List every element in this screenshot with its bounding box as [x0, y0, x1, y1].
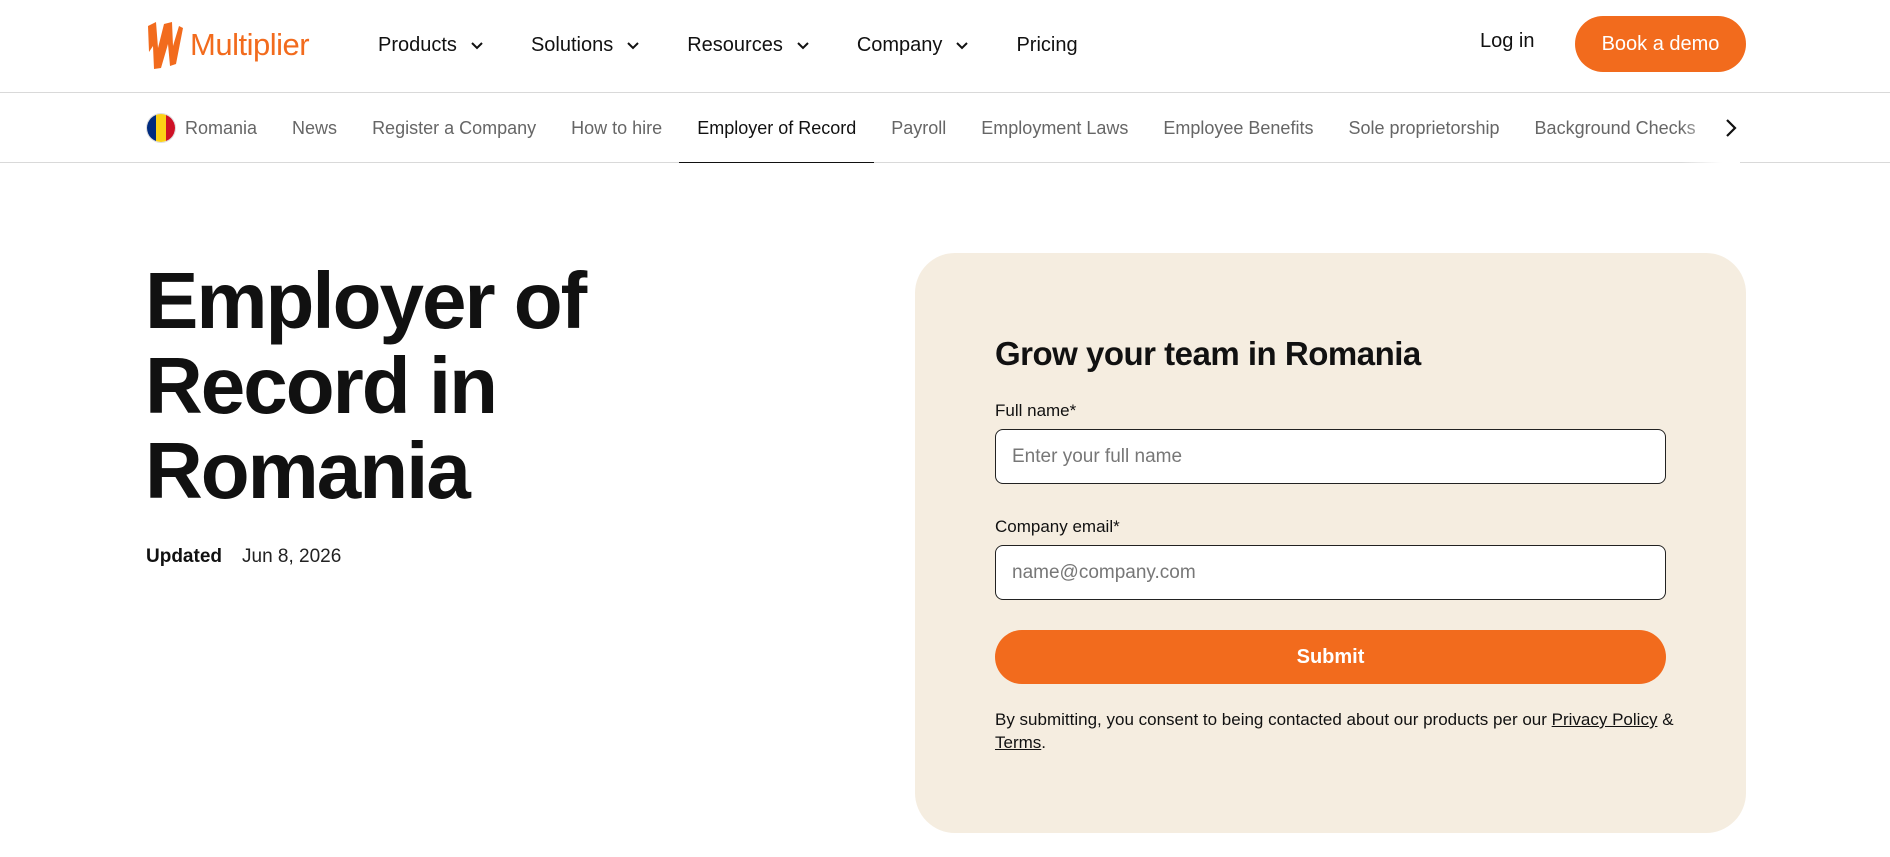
subnav-item-employment-laws[interactable]: Employment Laws — [981, 93, 1128, 163]
terms-link[interactable]: Terms — [995, 733, 1041, 752]
subnav-item-employee-benefits[interactable]: Employee Benefits — [1163, 93, 1313, 163]
chevron-down-icon — [471, 42, 483, 50]
nav-item-products[interactable]: Products — [378, 28, 485, 62]
romania-flag-icon — [146, 113, 176, 143]
country-subnav: Romania News Register a Company How to h… — [0, 93, 1890, 163]
consent-prefix: By submitting, you consent to being cont… — [995, 710, 1547, 729]
subnav-item-employer-of-record[interactable]: Employer of Record — [679, 93, 875, 163]
subnav-item-payroll[interactable]: Payroll — [891, 93, 946, 163]
chevron-down-icon — [797, 42, 809, 50]
full-name-label: Full name* — [995, 401, 1077, 420]
consent-and: & — [1662, 710, 1674, 729]
nav-item-company[interactable]: Company — [857, 28, 971, 62]
updated-info: Updated Jun 8, 2026 — [146, 546, 341, 568]
subnav-item-sole-proprietorship[interactable]: Sole proprietorship — [1348, 93, 1499, 163]
privacy-policy-link[interactable]: Privacy Policy — [1552, 710, 1658, 729]
updated-label: Updated — [146, 546, 222, 567]
consent-suffix: . — [1041, 733, 1047, 752]
company-email-label: Company email* — [995, 517, 1120, 536]
main-menu: Products Solutions Resources Company Pri… — [378, 28, 1124, 62]
submit-button[interactable]: Submit — [995, 630, 1666, 684]
nav-item-resources[interactable]: Resources — [687, 28, 811, 62]
subnav-item-how-to-hire[interactable]: How to hire — [571, 93, 662, 163]
subnav-item-background-checks[interactable]: Background Checks — [1535, 93, 1696, 163]
top-navigation: Multiplier Products Solutions Resources … — [0, 0, 1890, 93]
updated-date: Jun 8, 2026 — [242, 546, 342, 567]
form-title: Grow your team in Romania — [995, 335, 1421, 372]
subnav-item-country[interactable]: Romania — [185, 93, 257, 163]
subnav-scroller: Romania News Register a Company How to h… — [146, 93, 1730, 163]
nav-item-label: Pricing — [1016, 33, 1078, 56]
multiplier-logo-icon — [148, 22, 183, 69]
chevron-down-icon — [627, 42, 639, 50]
nav-item-label: Company — [856, 33, 943, 56]
page-title: Employer of Record in Romania — [145, 256, 587, 515]
company-email-input[interactable] — [995, 545, 1666, 600]
full-name-input[interactable] — [995, 429, 1666, 484]
chevron-right-icon[interactable] — [1720, 117, 1742, 139]
lead-form-card: Grow your team in Romania Full name* Com… — [915, 253, 1746, 833]
brand-name: Multiplier — [190, 27, 310, 62]
nav-item-solutions[interactable]: Solutions — [531, 28, 641, 62]
nav-item-label: Solutions — [530, 33, 614, 56]
nav-item-label: Resources — [687, 33, 783, 56]
chevron-down-icon — [956, 42, 969, 50]
subnav-item-news[interactable]: News — [292, 93, 337, 163]
book-demo-button[interactable]: Book a demo — [1575, 16, 1746, 72]
consent-text: By submitting, you consent to being cont… — [995, 708, 1675, 754]
login-link[interactable]: Log in — [1480, 30, 1535, 53]
subnav-item-register-company[interactable]: Register a Company — [372, 93, 536, 163]
nav-item-pricing[interactable]: Pricing — [1016, 28, 1077, 62]
multiplier-logo[interactable]: Multiplier — [146, 20, 310, 70]
nav-item-label: Products — [378, 33, 457, 56]
